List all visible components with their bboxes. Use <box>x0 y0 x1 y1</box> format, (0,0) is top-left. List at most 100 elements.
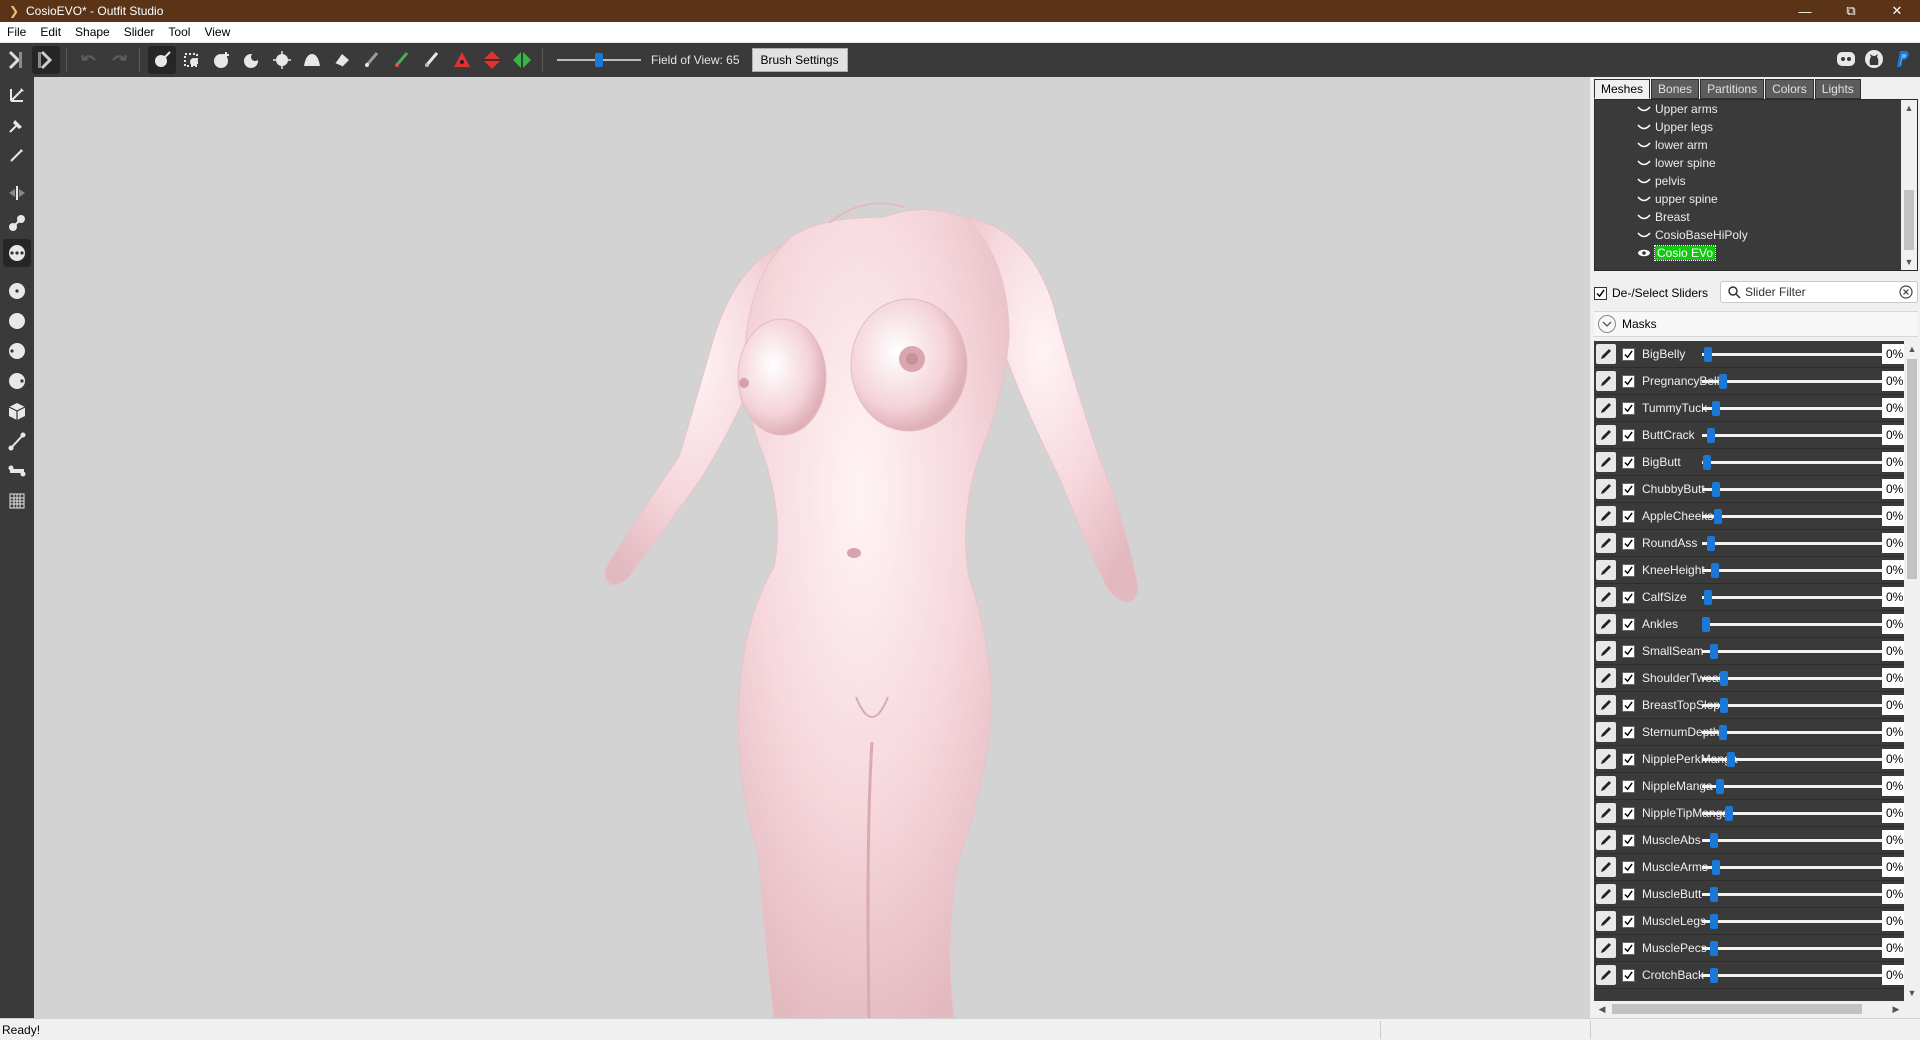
slider-value[interactable]: 0% <box>1882 668 1904 688</box>
slider-track[interactable] <box>1702 704 1882 707</box>
visibility-eye-icon[interactable] <box>1637 141 1651 149</box>
edit-slider-button[interactable] <box>1596 614 1616 634</box>
slider-value[interactable]: 0% <box>1882 479 1904 499</box>
edit-slider-button[interactable] <box>1596 479 1616 499</box>
slider-track[interactable] <box>1702 650 1882 653</box>
masks-section[interactable]: Masks <box>1594 311 1918 337</box>
bone-icon[interactable] <box>3 427 31 455</box>
brush-settings-button[interactable]: Brush Settings <box>751 48 848 72</box>
discord-icon[interactable] <box>1836 50 1856 71</box>
undiff-brush-icon[interactable] <box>328 46 356 74</box>
slider-filter-input[interactable]: Slider Filter <box>1720 281 1918 303</box>
slider-value[interactable]: 0% <box>1882 506 1904 526</box>
edit-slider-button[interactable] <box>1596 506 1616 526</box>
paypal-icon[interactable] <box>1892 49 1912 72</box>
slider-thumb[interactable] <box>1716 779 1724 794</box>
visibility-eye-icon[interactable] <box>1637 195 1651 203</box>
visibility-eye-icon[interactable] <box>1637 159 1651 167</box>
brush-select-icon[interactable] <box>148 46 176 74</box>
slider-checkbox[interactable] <box>1622 375 1635 388</box>
xray-icon[interactable] <box>3 239 31 267</box>
slider-checkbox[interactable] <box>1622 888 1635 901</box>
slider-thumb[interactable] <box>1719 374 1727 389</box>
collapse-vertex-icon[interactable] <box>448 46 476 74</box>
brush-size-small-icon[interactable] <box>3 277 31 305</box>
redo-icon[interactable] <box>105 46 133 74</box>
scroll-thumb[interactable] <box>1612 1004 1862 1014</box>
slider-thumb[interactable] <box>1707 536 1715 551</box>
scroll-down-icon[interactable]: ▼ <box>1904 985 1920 1001</box>
visibility-eye-icon[interactable] <box>1637 213 1651 221</box>
mesh-item[interactable]: Cosio EVo <box>1595 244 1917 262</box>
edit-slider-button[interactable] <box>1596 398 1616 418</box>
github-icon[interactable] <box>1864 49 1884 72</box>
slider-checkbox[interactable] <box>1622 510 1635 523</box>
scroll-thumb[interactable] <box>1904 190 1914 250</box>
slider-thumb[interactable] <box>1703 455 1711 470</box>
bone-connect-icon[interactable] <box>3 457 31 485</box>
menu-shape[interactable]: Shape <box>68 25 117 39</box>
slider-thumb[interactable] <box>1707 428 1715 443</box>
edit-slider-button[interactable] <box>1596 587 1616 607</box>
slider-track[interactable] <box>1702 677 1882 680</box>
slider-checkbox[interactable] <box>1622 591 1635 604</box>
3d-viewport[interactable] <box>34 77 1590 1018</box>
edit-slider-button[interactable] <box>1596 965 1616 985</box>
fov-slider-thumb[interactable] <box>595 53 603 67</box>
edit-slider-button[interactable] <box>1596 722 1616 742</box>
vertex-edit-icon[interactable] <box>3 141 31 169</box>
slider-value[interactable]: 0% <box>1882 830 1904 850</box>
slider-checkbox[interactable] <box>1622 699 1635 712</box>
slider-track[interactable] <box>1702 596 1882 599</box>
menu-file[interactable]: File <box>0 25 33 39</box>
edit-slider-button[interactable] <box>1596 830 1616 850</box>
edit-slider-button[interactable] <box>1596 857 1616 877</box>
tab-bones[interactable]: Bones <box>1651 79 1700 99</box>
slider-thumb[interactable] <box>1712 482 1720 497</box>
slider-thumb[interactable] <box>1719 725 1727 740</box>
mask-brush-icon[interactable] <box>178 46 206 74</box>
slider-thumb[interactable] <box>1710 968 1718 983</box>
tab-partitions[interactable]: Partitions <box>1700 79 1765 99</box>
slider-value[interactable]: 0% <box>1882 641 1904 661</box>
visibility-eye-icon[interactable] <box>1637 123 1651 131</box>
slider-value[interactable]: 0% <box>1882 344 1904 364</box>
slider-checkbox[interactable] <box>1622 942 1635 955</box>
mesh-item[interactable]: lower arm <box>1595 136 1917 154</box>
slider-list-vscrollbar[interactable]: ▲ ▼ <box>1904 341 1920 1001</box>
slider-thumb[interactable] <box>1710 644 1718 659</box>
scroll-up-icon[interactable]: ▲ <box>1904 341 1920 357</box>
slider-track[interactable] <box>1702 542 1882 545</box>
slider-track[interactable] <box>1702 461 1882 464</box>
scroll-thumb[interactable] <box>1907 359 1917 579</box>
slider-track[interactable] <box>1702 866 1882 869</box>
edit-slider-button[interactable] <box>1596 749 1616 769</box>
slider-checkbox[interactable] <box>1622 618 1635 631</box>
slider-thumb[interactable] <box>1725 806 1733 821</box>
mesh-item[interactable]: upper spine <box>1595 190 1917 208</box>
edit-slider-button[interactable] <box>1596 371 1616 391</box>
tab-colors[interactable]: Colors <box>1765 79 1814 99</box>
visibility-eye-icon[interactable] <box>1637 105 1651 113</box>
slider-checkbox[interactable] <box>1622 537 1635 550</box>
slider-checkbox[interactable] <box>1622 483 1635 496</box>
slider-track[interactable] <box>1702 434 1882 437</box>
menu-view[interactable]: View <box>197 25 237 39</box>
slider-checkbox[interactable] <box>1622 753 1635 766</box>
slider-track[interactable] <box>1702 623 1882 626</box>
color-brush-icon[interactable] <box>388 46 416 74</box>
mesh-tree-scrollbar[interactable]: ▲ ▼ <box>1901 100 1917 270</box>
slider-track[interactable] <box>1702 407 1882 410</box>
scroll-right-icon[interactable]: ▶ <box>1888 1001 1904 1017</box>
mesh-item[interactable]: lower spine <box>1595 154 1917 172</box>
slider-checkbox[interactable] <box>1622 915 1635 928</box>
slider-track[interactable] <box>1702 380 1882 383</box>
edit-slider-button[interactable] <box>1596 560 1616 580</box>
slider-checkbox[interactable] <box>1622 645 1635 658</box>
slider-thumb[interactable] <box>1727 752 1735 767</box>
slider-checkbox[interactable] <box>1622 726 1635 739</box>
chevron-down-icon[interactable] <box>1598 315 1616 333</box>
slider-checkbox[interactable] <box>1622 429 1635 442</box>
wireframe-icon[interactable] <box>3 487 31 515</box>
slider-track[interactable] <box>1702 731 1882 734</box>
